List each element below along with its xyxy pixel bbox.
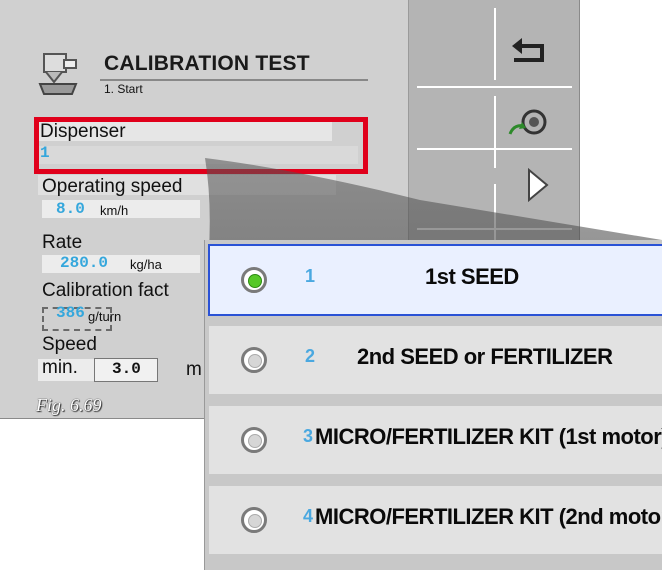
dispenser-selection-popup: 1 1st SEED 2 2nd SEED or FERTILIZER 3 MI… [204, 240, 662, 570]
list-item[interactable]: 4 MICRO/FERTILIZER KIT (2nd motor) [205, 480, 662, 560]
option-label: 2nd SEED or FERTILIZER [357, 344, 613, 369]
list-item[interactable]: 1 1st SEED [205, 240, 662, 320]
radio-button[interactable] [241, 507, 267, 533]
radio-button[interactable] [241, 267, 267, 293]
radio-button[interactable] [241, 347, 267, 373]
option-number: 4 [303, 506, 314, 526]
option-label: 1st SEED [425, 264, 519, 289]
list-item[interactable]: 3 MICRO/FERTILIZER KIT (1st motor) [205, 400, 662, 480]
option-number: 1 [305, 266, 316, 286]
radio-button[interactable] [241, 427, 267, 453]
option-number: 3 [303, 426, 314, 446]
option-label: MICRO/FERTILIZER KIT (1st motor) [315, 424, 662, 449]
option-label: MICRO/FERTILIZER KIT (2nd motor) [315, 504, 662, 529]
list-item[interactable]: 2 2nd SEED or FERTILIZER [205, 320, 662, 400]
option-number: 2 [305, 346, 316, 366]
